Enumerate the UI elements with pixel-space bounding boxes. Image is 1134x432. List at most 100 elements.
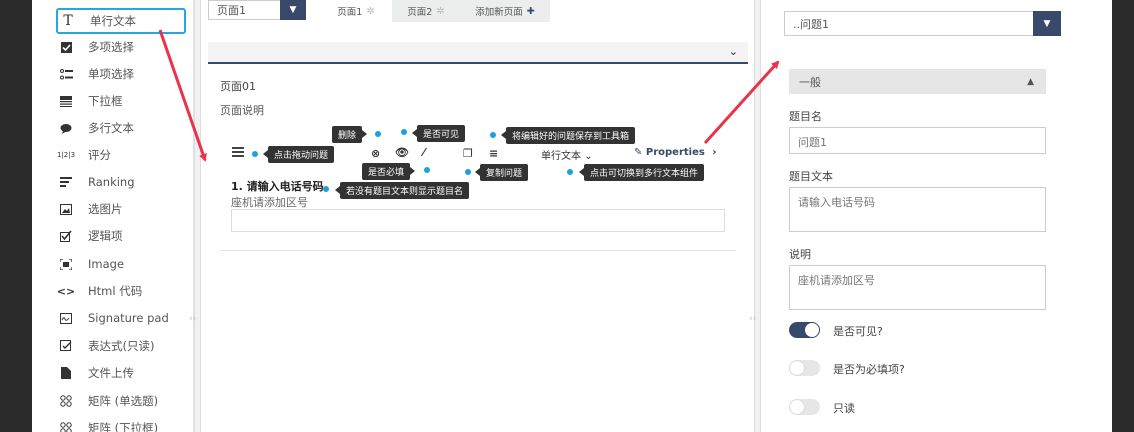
dropdown-icon xyxy=(56,94,76,108)
tab-page2[interactable]: 页面2 ✲ xyxy=(392,0,460,22)
toolbox-panel: T 单行文本 多项选择 单项选择 下拉框 多行文本 1|2|3 评分 Ranking… xyxy=(32,0,194,432)
drag-handle-icon[interactable] xyxy=(232,147,244,159)
toolbox-item-ranking[interactable]: Ranking xyxy=(56,169,186,195)
toolbox-item-label: 矩阵 (单选题) xyxy=(88,394,159,408)
radio-list-icon xyxy=(56,67,76,81)
chevron-down-icon[interactable]: ▼ xyxy=(280,0,306,20)
hint-dot xyxy=(490,132,496,138)
toolbox-item-matrix[interactable]: 矩阵 (单选题) xyxy=(56,388,186,414)
signature-icon xyxy=(56,311,76,325)
toolbox-item-dropdown[interactable]: 下拉框 xyxy=(56,88,186,114)
toolbox-item-label: 评分 xyxy=(88,148,111,162)
toolbox-item-label: 文件上传 xyxy=(88,366,134,380)
toolbox-item-label: 单行文本 xyxy=(90,14,136,28)
toolbox-item-rating[interactable]: 1|2|3 评分 xyxy=(56,142,186,168)
description-label: 说明 xyxy=(789,248,811,261)
toolbox-item-checkbox[interactable]: 多项选择 xyxy=(56,34,186,60)
readonly-label: 只读 xyxy=(833,402,855,415)
tab-page1[interactable]: 页面1 ✲ xyxy=(320,0,392,22)
tooltip-visible: 是否可见 xyxy=(411,125,466,142)
file-icon xyxy=(56,366,76,380)
properties-button[interactable]: ✎ Properties › xyxy=(634,147,716,158)
eye-icon[interactable]: 👁 xyxy=(395,146,409,159)
toolbox-item-matrixdropdown[interactable]: 矩阵 (下拉框) xyxy=(56,415,186,432)
hint-dot xyxy=(465,169,471,175)
question-title[interactable]: 1. 请输入电话号码 xyxy=(231,178,324,194)
tooltip-delete: 删除 xyxy=(332,126,368,143)
tab-label: 添加新页面 xyxy=(475,7,523,18)
toolbox-item-file[interactable]: 文件上传 xyxy=(56,360,186,386)
name-field[interactable]: 问题1 xyxy=(789,127,1046,154)
chevron-down-icon[interactable]: ▼ xyxy=(1033,11,1061,36)
gear-icon[interactable]: ✲ xyxy=(436,6,444,17)
title-label: 题目文本 xyxy=(789,170,833,183)
image-icon xyxy=(56,257,76,271)
toggle-knob xyxy=(790,400,804,414)
toolbox-item-label: 多项选择 xyxy=(88,40,134,54)
chevron-down-icon[interactable]: ⌄ xyxy=(729,45,738,58)
plus-icon: ✚ xyxy=(526,5,535,17)
toolbox-item-expression[interactable]: 表达式(只读) xyxy=(56,333,186,359)
gear-icon[interactable]: ✲ xyxy=(366,6,374,17)
chevron-down-icon: ⌄ xyxy=(584,151,593,162)
question-select[interactable]: ..问题1 ▼ xyxy=(784,11,1061,36)
add-to-toolbox-icon[interactable]: ≡ xyxy=(489,147,498,160)
toolbox-item-label: 选图片 xyxy=(88,202,123,216)
category-general[interactable]: 一般 ▲ xyxy=(789,69,1046,94)
toolbox-item-label: Ranking xyxy=(88,175,135,189)
checkbox-icon xyxy=(56,40,76,54)
tab-add-page[interactable]: 添加新页面 ✚ xyxy=(460,0,550,22)
tooltip-save-toolbox: 将编辑好的问题保存到工具箱 xyxy=(500,127,636,144)
required-label: 是否为必填项? xyxy=(833,363,905,376)
chevron-up-icon[interactable]: ▲ xyxy=(1027,77,1034,87)
copy-icon[interactable]: ❐ xyxy=(463,147,473,160)
tab-label: 页面1 xyxy=(337,7,363,18)
hint-dot xyxy=(323,186,329,192)
toolbox-item-boolean[interactable]: 逻辑项 xyxy=(56,223,186,249)
toolbox-item-label: 逻辑项 xyxy=(88,229,123,243)
toggle-knob xyxy=(790,361,804,375)
tooltip-convert: 点击可切换到多行文本组件 xyxy=(578,164,705,181)
toolbox-item-html[interactable]: <> Html 代码 xyxy=(56,278,186,304)
hint-dot xyxy=(401,129,407,135)
visible-toggle[interactable] xyxy=(789,322,820,338)
delete-icon[interactable]: ⊗ xyxy=(371,147,380,160)
hint-dot xyxy=(424,167,430,173)
page-collapse-bar[interactable]: ⌄ xyxy=(208,42,748,64)
left-splitter[interactable]: ‹› xyxy=(189,0,201,432)
toolbox-item-signaturepad[interactable]: Signature pad xyxy=(56,305,186,331)
page-select[interactable]: 页面1 ▼ xyxy=(208,0,306,20)
ranking-icon xyxy=(56,175,76,189)
required-toggle[interactable] xyxy=(789,360,820,376)
page-title[interactable]: 页面01 xyxy=(220,78,256,94)
title-field[interactable]: 请输入电话号码 xyxy=(789,187,1046,232)
toolbox-item-radiogroup[interactable]: 单项选择 xyxy=(56,61,186,87)
toolbox-item-label: 下拉框 xyxy=(88,94,123,108)
tooltip-no-title: 若没有题目文本则显示题目名 xyxy=(334,182,470,199)
properties-label: Properties xyxy=(645,147,705,158)
toolbox-item-label: 多行文本 xyxy=(88,121,134,135)
page-description[interactable]: 页面说明 xyxy=(220,102,264,118)
question-type-select[interactable]: 单行文本 ⌄ xyxy=(541,147,593,162)
description-field[interactable]: 座机请添加区号 xyxy=(789,265,1046,310)
toolbox-item-label: Signature pad xyxy=(88,311,169,325)
matrix-icon xyxy=(56,394,76,408)
tooltip-required: 是否必填 xyxy=(362,163,416,180)
hint-dot xyxy=(375,131,381,137)
toolbox-item-imagepicker[interactable]: 选图片 xyxy=(56,196,186,222)
question-text-input[interactable] xyxy=(231,209,725,232)
toolbox-item-comment[interactable]: 多行文本 xyxy=(56,115,186,141)
toolbox-item-label: 矩阵 (下拉框) xyxy=(88,421,159,432)
readonly-toggle[interactable] xyxy=(789,399,820,415)
tooltip-drag: 点击拖动问题 xyxy=(262,146,335,163)
toolbox-item-image[interactable]: Image xyxy=(56,251,186,277)
comment-icon xyxy=(56,121,76,135)
question-type-label: 单行文本 xyxy=(541,151,581,162)
toolbox-item-text[interactable]: T 单行文本 xyxy=(56,8,186,34)
right-splitter[interactable]: ‹› xyxy=(749,0,761,432)
question-description[interactable]: 座机请添加区号 xyxy=(231,194,308,210)
toggle-knob xyxy=(805,323,819,337)
question-select-value: ..问题1 xyxy=(793,17,829,31)
category-label: 一般 xyxy=(799,75,821,89)
required-icon[interactable]: ⁄ xyxy=(423,146,425,159)
